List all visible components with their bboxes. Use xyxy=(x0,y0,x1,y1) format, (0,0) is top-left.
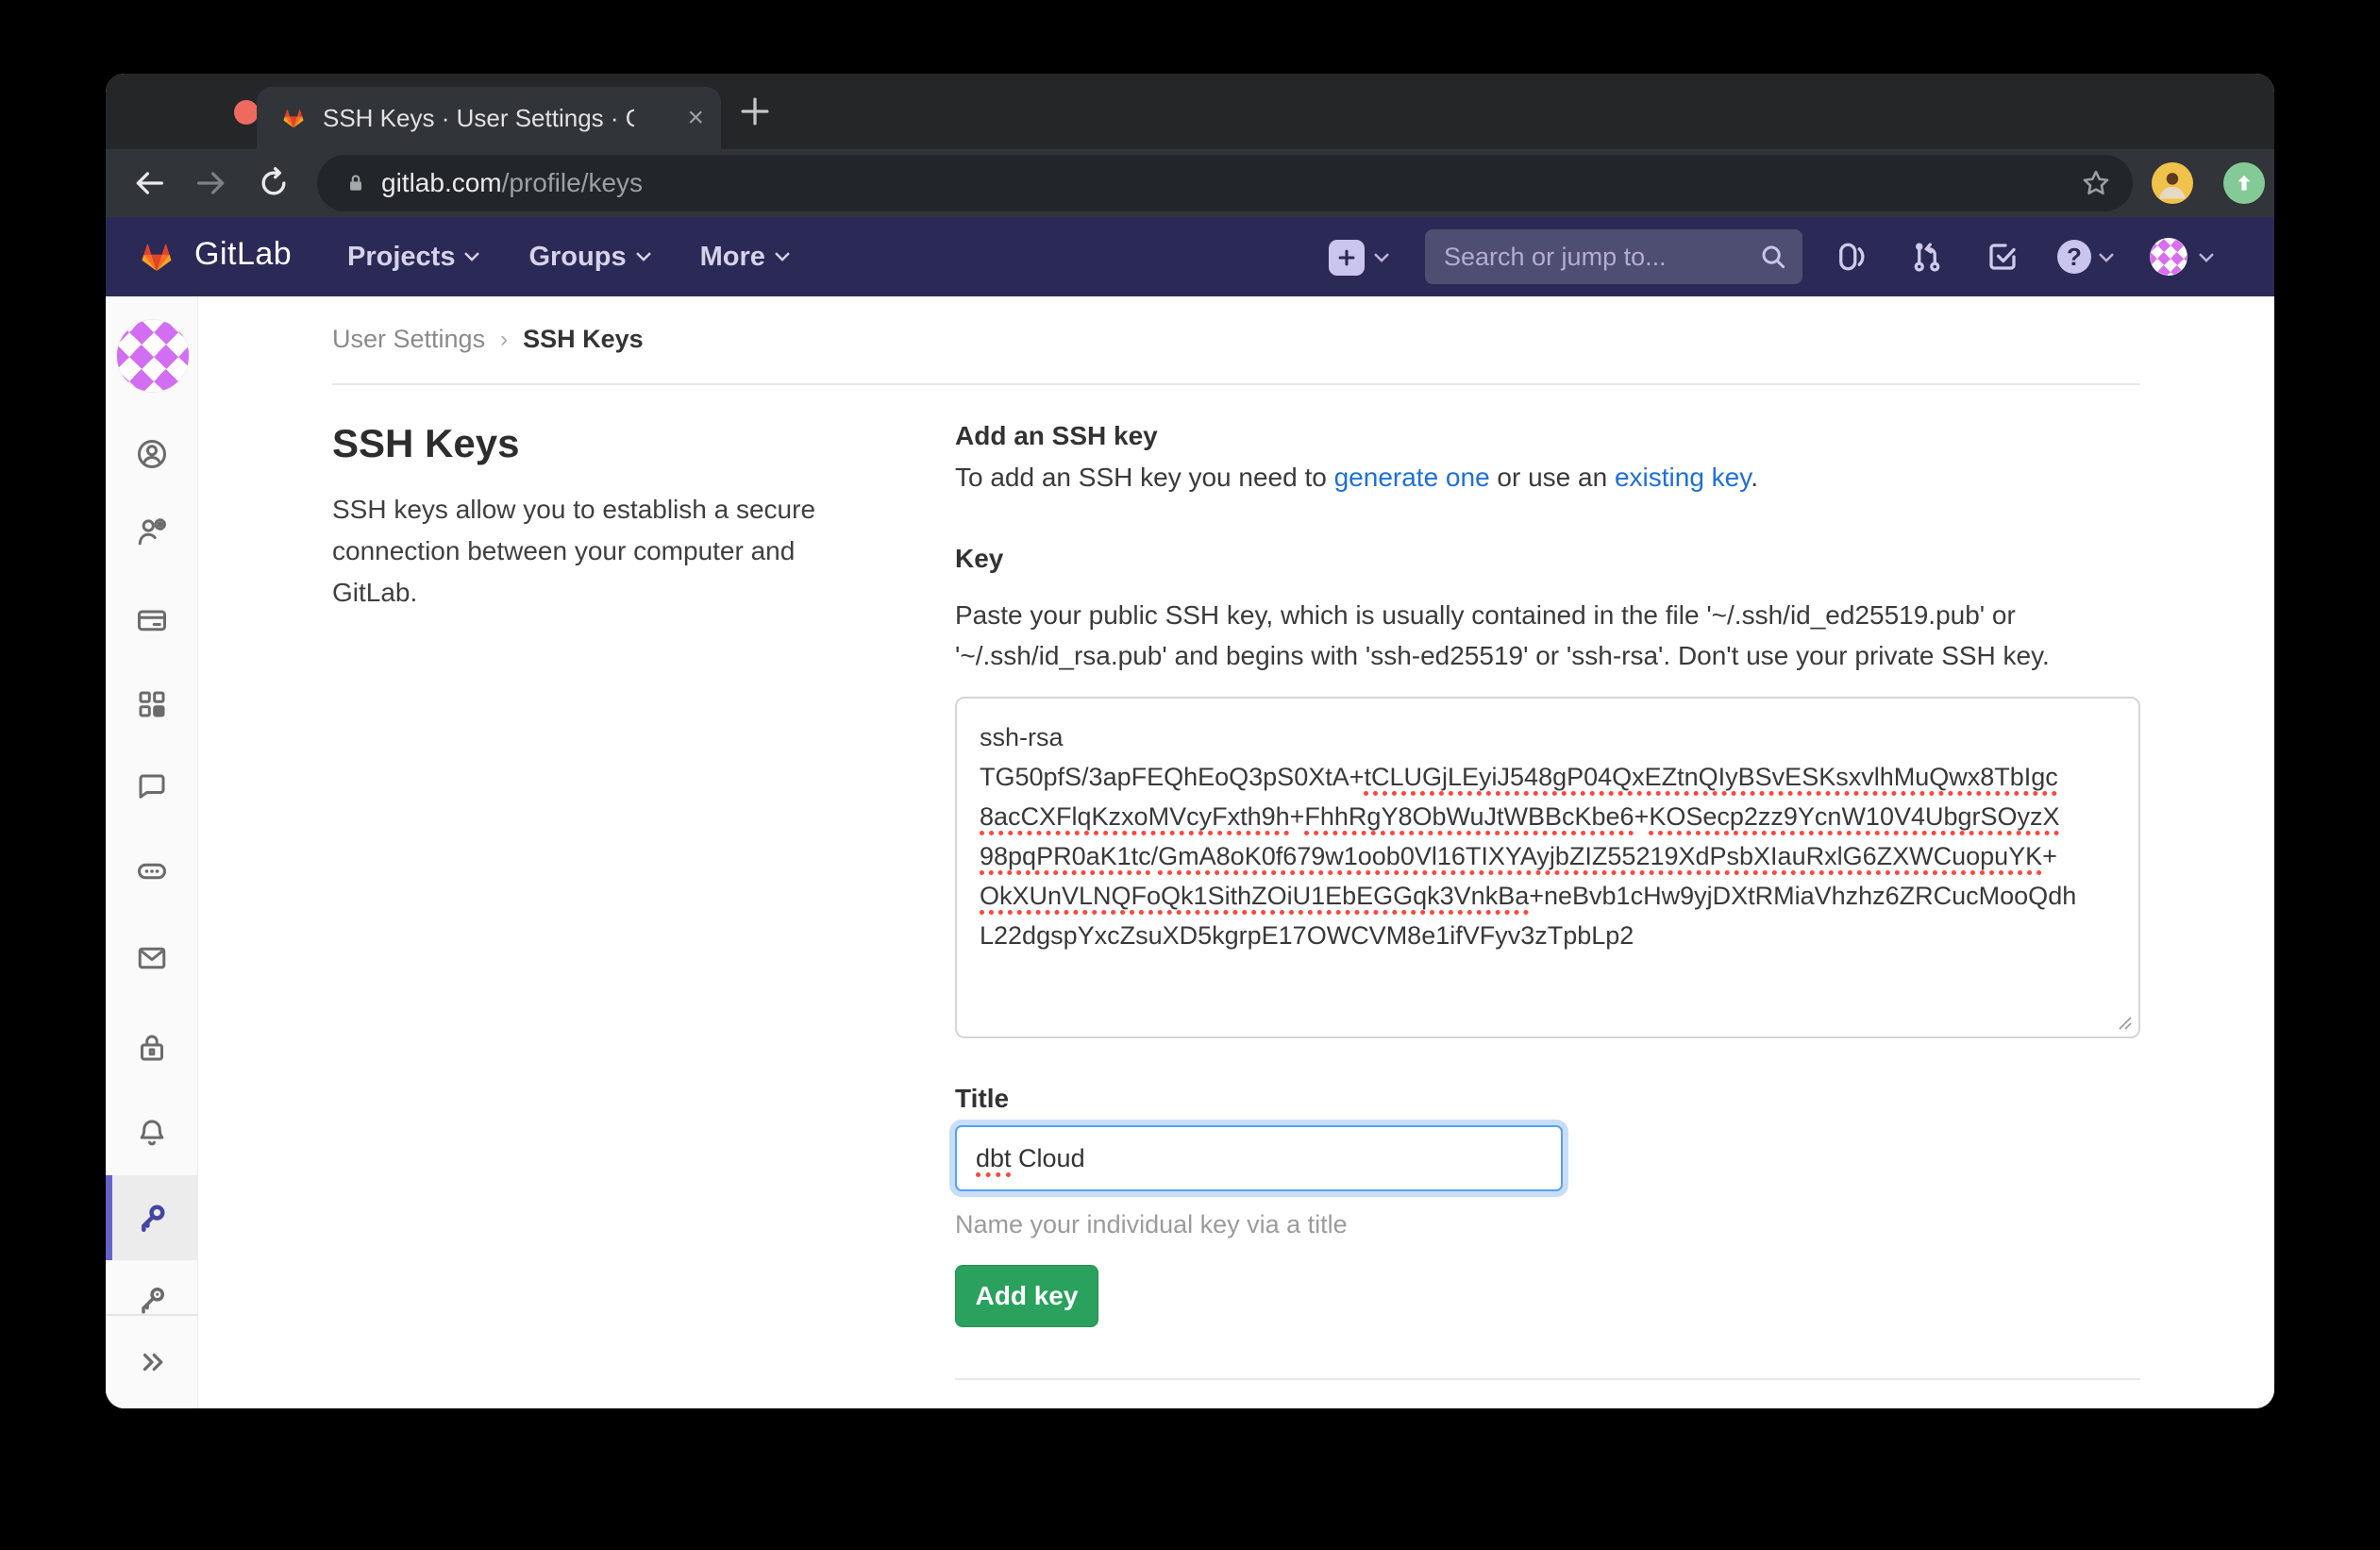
tab-close-icon[interactable]: × xyxy=(687,104,704,132)
inline-link[interactable]: generate one xyxy=(1334,463,1490,492)
search-icon xyxy=(1759,243,1787,271)
key-help-text: Paste your public SSH key, which is usua… xyxy=(955,595,2050,676)
sidebar-item-chat[interactable] xyxy=(135,769,169,803)
breadcrumb-divider xyxy=(332,383,2140,385)
title-label: Title xyxy=(955,1084,1009,1114)
sidebar-user-avatar[interactable] xyxy=(116,319,190,393)
sidebar-item-notifications[interactable] xyxy=(135,1116,169,1150)
plus-icon xyxy=(1336,247,1357,268)
form-bottom-divider xyxy=(955,1378,2140,1380)
sidebar-item-password[interactable] xyxy=(135,1031,169,1065)
key-label: Key xyxy=(955,544,1003,574)
merge-request-icon[interactable] xyxy=(1910,240,1944,274)
issues-icon[interactable] xyxy=(1835,240,1869,274)
form-heading: Add an SSH key xyxy=(955,421,1158,451)
arrow-up-icon xyxy=(2232,171,2256,195)
page-description: SSH keys allow you to establish a secure… xyxy=(332,489,870,614)
gitlab-navbar: GitLab Projects Groups More Search or ju… xyxy=(106,217,2274,296)
tab-strip: SSH Keys · User Settings · GitLab × xyxy=(106,74,2274,149)
url-path: /profile/keys xyxy=(502,168,643,197)
menu-more[interactable]: More xyxy=(700,242,790,273)
sidebar-item-gpg-keys[interactable] xyxy=(135,1283,169,1317)
gitlab-favicon xyxy=(279,104,308,132)
key-textarea-content: ssh-rsaTG50pfS/3apFEQhEoQ3pS0XtA+tCLUGjL… xyxy=(980,717,2116,955)
help-icon[interactable]: ? xyxy=(2057,240,2091,274)
tab-title: SSH Keys · User Settings · GitLab xyxy=(323,104,634,133)
back-icon[interactable] xyxy=(130,164,168,202)
inline-link[interactable]: existing key xyxy=(1615,463,1751,492)
address-bar[interactable]: gitlab.com/profile/keys xyxy=(317,155,2133,211)
browser-window: SSH Keys · User Settings · GitLab × gitl… xyxy=(106,74,2274,1408)
breadcrumb: User Settings › SSH Keys xyxy=(332,325,644,354)
sidebar-item-applications[interactable] xyxy=(135,687,169,721)
todos-icon[interactable] xyxy=(1986,240,2020,274)
breadcrumb-parent[interactable]: User Settings xyxy=(332,325,485,354)
user-avatar[interactable] xyxy=(2150,238,2187,276)
https-lock-icon xyxy=(344,169,368,197)
chevron-down-icon[interactable] xyxy=(1374,253,1389,262)
navbar-menus: Projects Groups More xyxy=(347,217,790,296)
chevron-down-icon xyxy=(464,252,479,261)
sidebar-item-access-tokens[interactable] xyxy=(135,854,169,888)
search-placeholder: Search or jump to... xyxy=(1444,243,1667,272)
title-help-text: Name your individual key via a title xyxy=(955,1210,1348,1239)
person-photo xyxy=(2152,162,2193,204)
new-menu-button[interactable] xyxy=(1329,240,1365,276)
sidebar-item-account[interactable] xyxy=(135,514,169,548)
chevron-down-icon[interactable] xyxy=(2099,253,2114,262)
add-key-button[interactable]: Add key xyxy=(955,1265,1098,1327)
browser-toolbar: gitlab.com/profile/keys xyxy=(106,149,2274,217)
gitlab-wordmark[interactable]: GitLab xyxy=(194,236,292,273)
page-title: SSH Keys xyxy=(332,421,519,466)
menu-projects[interactable]: Projects xyxy=(347,242,479,273)
chevron-down-icon xyxy=(636,252,651,261)
breadcrumb-current: SSH Keys xyxy=(523,325,644,354)
menu-groups[interactable]: Groups xyxy=(528,242,650,273)
page-content: User Settings › SSH Keys SSH Keys SSH ke… xyxy=(106,296,2274,1408)
title-input[interactable]: dbt Cloud xyxy=(955,1125,1563,1191)
gitlab-logo[interactable] xyxy=(134,236,179,278)
chevron-down-icon[interactable] xyxy=(2199,253,2214,262)
sidebar-item-profile[interactable] xyxy=(135,437,169,471)
window-close-button[interactable] xyxy=(234,100,259,125)
browser-tab[interactable]: SSH Keys · User Settings · GitLab × xyxy=(257,87,721,149)
sidebar-divider xyxy=(106,1314,198,1316)
reload-icon[interactable] xyxy=(255,164,293,202)
forward-icon[interactable] xyxy=(193,164,230,202)
sidebar-item-emails[interactable] xyxy=(135,941,169,975)
form-intro: To add an SSH key you need to generate o… xyxy=(955,463,1758,493)
bookmark-star-icon[interactable] xyxy=(2080,167,2112,199)
sidebar-item-ssh-keys[interactable] xyxy=(135,1201,169,1235)
chrome-profile-avatar[interactable] xyxy=(2152,162,2193,204)
sidebar-item-billing[interactable] xyxy=(135,603,169,637)
search-input[interactable]: Search or jump to... xyxy=(1425,229,1802,284)
main-panel: User Settings › SSH Keys SSH Keys SSH ke… xyxy=(198,296,2274,1408)
key-textarea[interactable]: ssh-rsaTG50pfS/3apFEQhEoQ3pS0XtA+tCLUGjL… xyxy=(955,697,2140,1038)
new-tab-button[interactable] xyxy=(734,91,776,132)
url-host: gitlab.com xyxy=(381,168,502,197)
chevron-down-icon xyxy=(775,252,790,261)
resize-grip-icon[interactable] xyxy=(2114,1012,2133,1031)
settings-sidebar xyxy=(106,296,198,1408)
sidebar-collapse-button[interactable] xyxy=(135,1345,169,1379)
title-input-value: dbt Cloud xyxy=(976,1144,1085,1173)
chrome-update-button[interactable] xyxy=(2223,162,2265,204)
url-text: gitlab.com/profile/keys xyxy=(381,168,643,198)
breadcrumb-separator-icon: › xyxy=(500,327,508,353)
